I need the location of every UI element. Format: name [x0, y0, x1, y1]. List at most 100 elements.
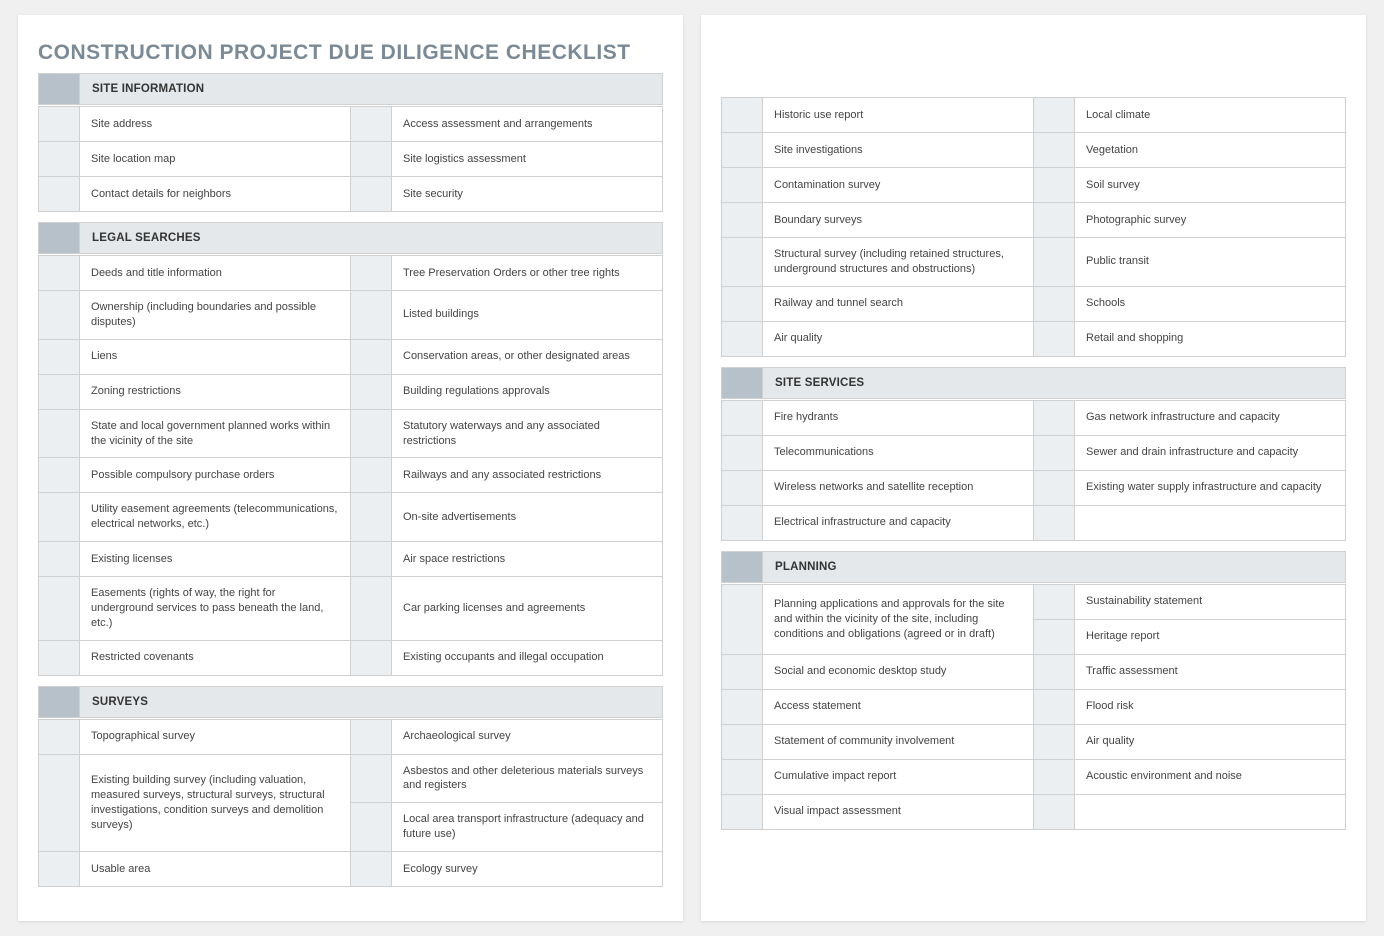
checkbox-cell[interactable]	[351, 291, 392, 339]
checkbox-cell[interactable]	[351, 107, 392, 141]
checkbox-cell[interactable]	[39, 375, 80, 409]
checklist-label: Existing licenses	[80, 542, 350, 576]
checkbox-cell[interactable]	[39, 177, 80, 211]
checkbox-cell[interactable]	[1034, 655, 1075, 689]
checkbox-cell[interactable]	[1034, 795, 1075, 829]
checkbox-cell[interactable]	[39, 291, 80, 339]
checklist-cell-right: Listed buildings	[351, 291, 662, 339]
checkbox-cell[interactable]	[722, 471, 763, 505]
checklist-row: Air quality Retail and shopping	[721, 322, 1346, 357]
checkbox-cell[interactable]	[351, 803, 392, 851]
checkbox-cell[interactable]	[1034, 760, 1075, 794]
checkbox-cell[interactable]	[722, 238, 763, 286]
checklist-label: Contamination survey	[763, 168, 1033, 202]
section-title: SITE INFORMATION	[80, 74, 662, 104]
checkbox-cell[interactable]	[722, 133, 763, 167]
checkbox-cell[interactable]	[351, 142, 392, 176]
checklist-label: Ownership (including boundaries and poss…	[80, 291, 350, 339]
checklist-label: Cumulative impact report	[763, 760, 1033, 794]
checkbox-cell[interactable]	[351, 755, 392, 803]
checkbox-cell[interactable]	[39, 577, 80, 640]
checkbox-cell[interactable]	[39, 107, 80, 141]
checklist-row: Fire hydrants Gas network infrastructure…	[721, 401, 1346, 436]
checklist-label: Site address	[80, 107, 350, 141]
checkbox-cell[interactable]	[1034, 471, 1075, 505]
checkbox-cell[interactable]	[351, 458, 392, 492]
checkbox-cell[interactable]	[39, 340, 80, 374]
checkbox-cell[interactable]	[1034, 238, 1075, 286]
checkbox-cell[interactable]	[1034, 287, 1075, 321]
checkbox-cell[interactable]	[722, 287, 763, 321]
checkbox-cell[interactable]	[351, 852, 392, 886]
checkbox-cell[interactable]	[39, 542, 80, 576]
checkbox-cell[interactable]	[1034, 401, 1075, 435]
checklist-label: Telecommunications	[763, 436, 1033, 470]
checkbox-cell[interactable]	[39, 755, 80, 851]
checkbox-cell[interactable]	[722, 506, 763, 540]
checklist-label: Local area transport infrastructure (ade…	[392, 803, 662, 851]
header-mark	[39, 687, 80, 717]
checklist-row: Statement of community involvement Air q…	[721, 725, 1346, 760]
checkbox-cell[interactable]	[1034, 436, 1075, 470]
checklist-cell-right: Acoustic environment and noise	[1034, 760, 1345, 794]
checkbox-cell[interactable]	[351, 493, 392, 541]
checkbox-cell[interactable]	[1034, 620, 1075, 654]
checkbox-cell[interactable]	[1034, 725, 1075, 759]
checkbox-cell[interactable]	[39, 458, 80, 492]
checkbox-cell[interactable]	[39, 641, 80, 675]
checkbox-cell[interactable]	[39, 410, 80, 458]
checkbox-cell[interactable]	[39, 256, 80, 290]
checkbox-cell[interactable]	[39, 142, 80, 176]
checkbox-cell[interactable]	[39, 852, 80, 886]
checkbox-cell[interactable]	[1034, 322, 1075, 356]
checkbox-cell[interactable]	[722, 203, 763, 237]
checkbox-cell[interactable]	[351, 177, 392, 211]
checkbox-cell[interactable]	[1034, 506, 1075, 540]
checkbox-cell[interactable]	[1034, 690, 1075, 724]
checkbox-cell[interactable]	[351, 720, 392, 754]
checklist-cell-left: Easements (rights of way, the right for …	[39, 577, 351, 640]
checkbox-cell[interactable]	[1034, 203, 1075, 237]
checklist-label: Utility easement agreements (telecommuni…	[80, 493, 350, 541]
checkbox-cell[interactable]	[722, 585, 763, 654]
checklist-label: Air quality	[1075, 725, 1345, 759]
checklist-label: Conservation areas, or other designated …	[392, 340, 662, 374]
checkbox-cell[interactable]	[351, 542, 392, 576]
checkbox-cell[interactable]	[351, 641, 392, 675]
checkbox-cell[interactable]	[39, 720, 80, 754]
checkbox-cell[interactable]	[722, 436, 763, 470]
checklist-label: Local climate	[1075, 98, 1345, 132]
checkbox-cell[interactable]	[722, 98, 763, 132]
page-1: CONSTRUCTION PROJECT DUE DILIGENCE CHECK…	[18, 15, 683, 921]
checklist-label: Schools	[1075, 287, 1345, 321]
checkbox-cell[interactable]	[351, 410, 392, 458]
checklist-label: Deeds and title information	[80, 256, 350, 290]
checkbox-cell[interactable]	[722, 725, 763, 759]
checkbox-cell[interactable]	[351, 375, 392, 409]
checkbox-cell[interactable]	[39, 493, 80, 541]
checkbox-cell[interactable]	[722, 322, 763, 356]
checklist-cell-left: Wireless networks and satellite receptio…	[722, 471, 1034, 505]
checklist-row: Easements (rights of way, the right for …	[38, 577, 663, 641]
checkbox-cell[interactable]	[722, 401, 763, 435]
checkbox-cell[interactable]	[351, 577, 392, 640]
checkbox-cell[interactable]	[351, 256, 392, 290]
checklist-label: Air space restrictions	[392, 542, 662, 576]
checkbox-cell[interactable]	[722, 655, 763, 689]
checklist-cell-left: Site location map	[39, 142, 351, 176]
checklist-cell-left: Historic use report	[722, 98, 1034, 132]
checkbox-cell[interactable]	[351, 340, 392, 374]
checkbox-cell[interactable]	[722, 690, 763, 724]
checkbox-cell[interactable]	[1034, 133, 1075, 167]
checklist-cell-right: Site security	[351, 177, 662, 211]
checklist-cell-left: Social and economic desktop study	[722, 655, 1034, 689]
checkbox-cell[interactable]	[1034, 168, 1075, 202]
checkbox-cell[interactable]	[722, 795, 763, 829]
checkbox-cell[interactable]	[722, 168, 763, 202]
checkbox-cell[interactable]	[1034, 585, 1075, 619]
checklist-label: Listed buildings	[392, 291, 662, 339]
checklist-label: Retail and shopping	[1075, 322, 1345, 356]
checkbox-cell[interactable]	[1034, 98, 1075, 132]
checkbox-cell[interactable]	[722, 760, 763, 794]
checklist-cell-left: Liens	[39, 340, 351, 374]
